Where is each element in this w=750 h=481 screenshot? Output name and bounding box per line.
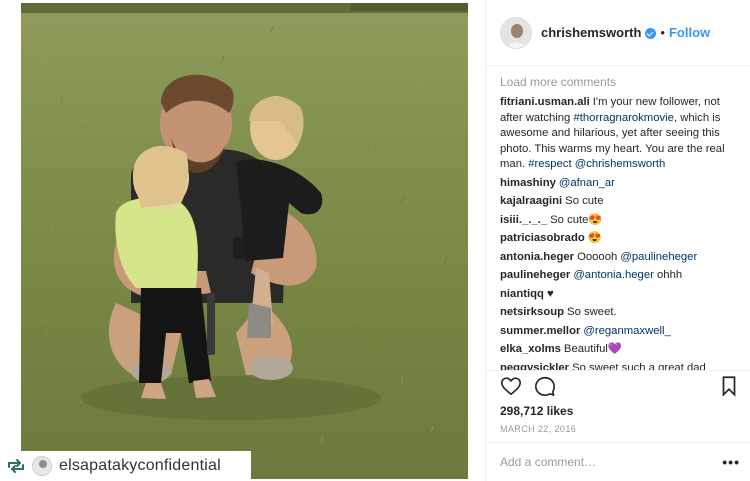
- comment-button[interactable]: [534, 375, 556, 397]
- comment-username[interactable]: summer.mellor: [500, 325, 580, 337]
- comment-username[interactable]: patriciasobrado: [500, 232, 585, 244]
- comment-username[interactable]: niantiqq: [500, 288, 544, 300]
- comment-icon: [535, 376, 555, 396]
- comment-mention-link[interactable]: @paulineheger: [620, 251, 697, 263]
- comment-username[interactable]: elka_xolms: [500, 343, 561, 355]
- comment-item: paulineheger @antonia.heger ohhh: [500, 268, 740, 284]
- post-date: MARCH 22, 2016: [500, 424, 577, 434]
- heart-icon: [501, 377, 521, 396]
- comment-text: Beautiful💜: [563, 343, 622, 355]
- like-button[interactable]: [500, 375, 522, 397]
- comment-mention-link[interactable]: @afnan_ar: [559, 177, 615, 189]
- comment-thread: fitriani.usman.ali I'm your new follower,…: [500, 95, 740, 370]
- comment-text: ♥: [546, 287, 554, 300]
- comment-text: So cute😍: [550, 213, 603, 226]
- verified-badge-icon: [645, 28, 657, 39]
- save-button[interactable]: [718, 375, 740, 397]
- comment-item: niantiqq ♥: [500, 287, 740, 303]
- comments-list[interactable]: Load more comments fitriani.usman.ali I'm…: [500, 72, 740, 370]
- comment-item: patriciasobrado 😍: [500, 231, 740, 247]
- comment-username[interactable]: netsirksoup: [500, 306, 564, 318]
- comment-item: himashiny @afnan_ar: [500, 176, 740, 192]
- actions-divider: [486, 370, 750, 371]
- comment-text: So cute: [565, 195, 604, 207]
- comment-username[interactable]: isiii._._._: [500, 214, 547, 226]
- comment-username[interactable]: antonia.heger: [500, 251, 574, 263]
- comment-text: ohhh: [653, 269, 683, 281]
- post-header: chrishemsworth • Follow: [486, 0, 750, 66]
- comment-item: isiii._._._ So cute😍: [500, 213, 740, 229]
- like-count[interactable]: 298,712 likes: [500, 404, 573, 418]
- repost-attribution[interactable]: elsapatakyconfidential: [0, 451, 251, 481]
- bookmark-icon: [722, 376, 736, 397]
- action-bar: [500, 373, 740, 399]
- author-avatar[interactable]: [500, 16, 532, 49]
- comment-item: summer.mellor @reganmaxwell_: [500, 324, 740, 340]
- comment-item: kajalraagini So cute: [500, 194, 740, 210]
- comment-item: peggysickler So sweet such a great dad: [500, 361, 740, 371]
- author-avatar-image: [501, 17, 531, 48]
- comment-text: So sweet such a great dad: [572, 361, 706, 371]
- repost-account-avatar: [32, 456, 52, 476]
- comment-username[interactable]: himashiny: [500, 177, 556, 189]
- comment-item: netsirksoup So sweet.: [500, 305, 740, 321]
- comment-mention-link[interactable]: @antonia.heger: [573, 269, 654, 281]
- photo-illustration: [21, 3, 468, 479]
- repost-icon: [8, 459, 24, 473]
- comment-mention-link[interactable]: @chrishemsworth: [575, 158, 666, 170]
- comment-item: elka_xolms Beautiful💜: [500, 342, 740, 358]
- comment-text: 😍: [587, 232, 602, 244]
- more-options-button[interactable]: •••: [722, 454, 740, 470]
- follow-button[interactable]: Follow: [669, 25, 710, 40]
- comment-mention-link[interactable]: #respect: [528, 158, 571, 170]
- post-photo[interactable]: [21, 3, 468, 479]
- author-username[interactable]: chrishemsworth: [541, 25, 641, 40]
- load-more-comments-button[interactable]: Load more comments: [500, 75, 740, 89]
- add-comment-input[interactable]: [500, 455, 723, 469]
- comment-username[interactable]: fitriani.usman.ali: [500, 96, 590, 108]
- comment-username[interactable]: paulineheger: [500, 269, 570, 281]
- comment-username[interactable]: peggysickler: [500, 362, 569, 371]
- comment-item: fitriani.usman.ali I'm your new follower,…: [500, 95, 740, 173]
- comment-input-divider: [486, 442, 750, 443]
- instagram-post-view: elsapatakyconfidential chrishemsworth • …: [0, 0, 750, 481]
- comment-text: So sweet.: [567, 306, 617, 318]
- add-comment-bar: •••: [500, 452, 740, 472]
- header-separator: •: [660, 25, 665, 40]
- comment-item: antonia.heger Oooooh @paulineheger: [500, 250, 740, 266]
- comment-text: Oooooh: [577, 250, 621, 263]
- comment-mention-link[interactable]: @reganmaxwell_: [583, 325, 670, 337]
- repost-account-name[interactable]: elsapatakyconfidential: [59, 457, 221, 475]
- post-details-panel: chrishemsworth • Follow Load more commen…: [485, 0, 750, 481]
- comment-mention-link[interactable]: #thorragnarokmovie: [573, 112, 673, 124]
- comment-username[interactable]: kajalraagini: [500, 195, 562, 207]
